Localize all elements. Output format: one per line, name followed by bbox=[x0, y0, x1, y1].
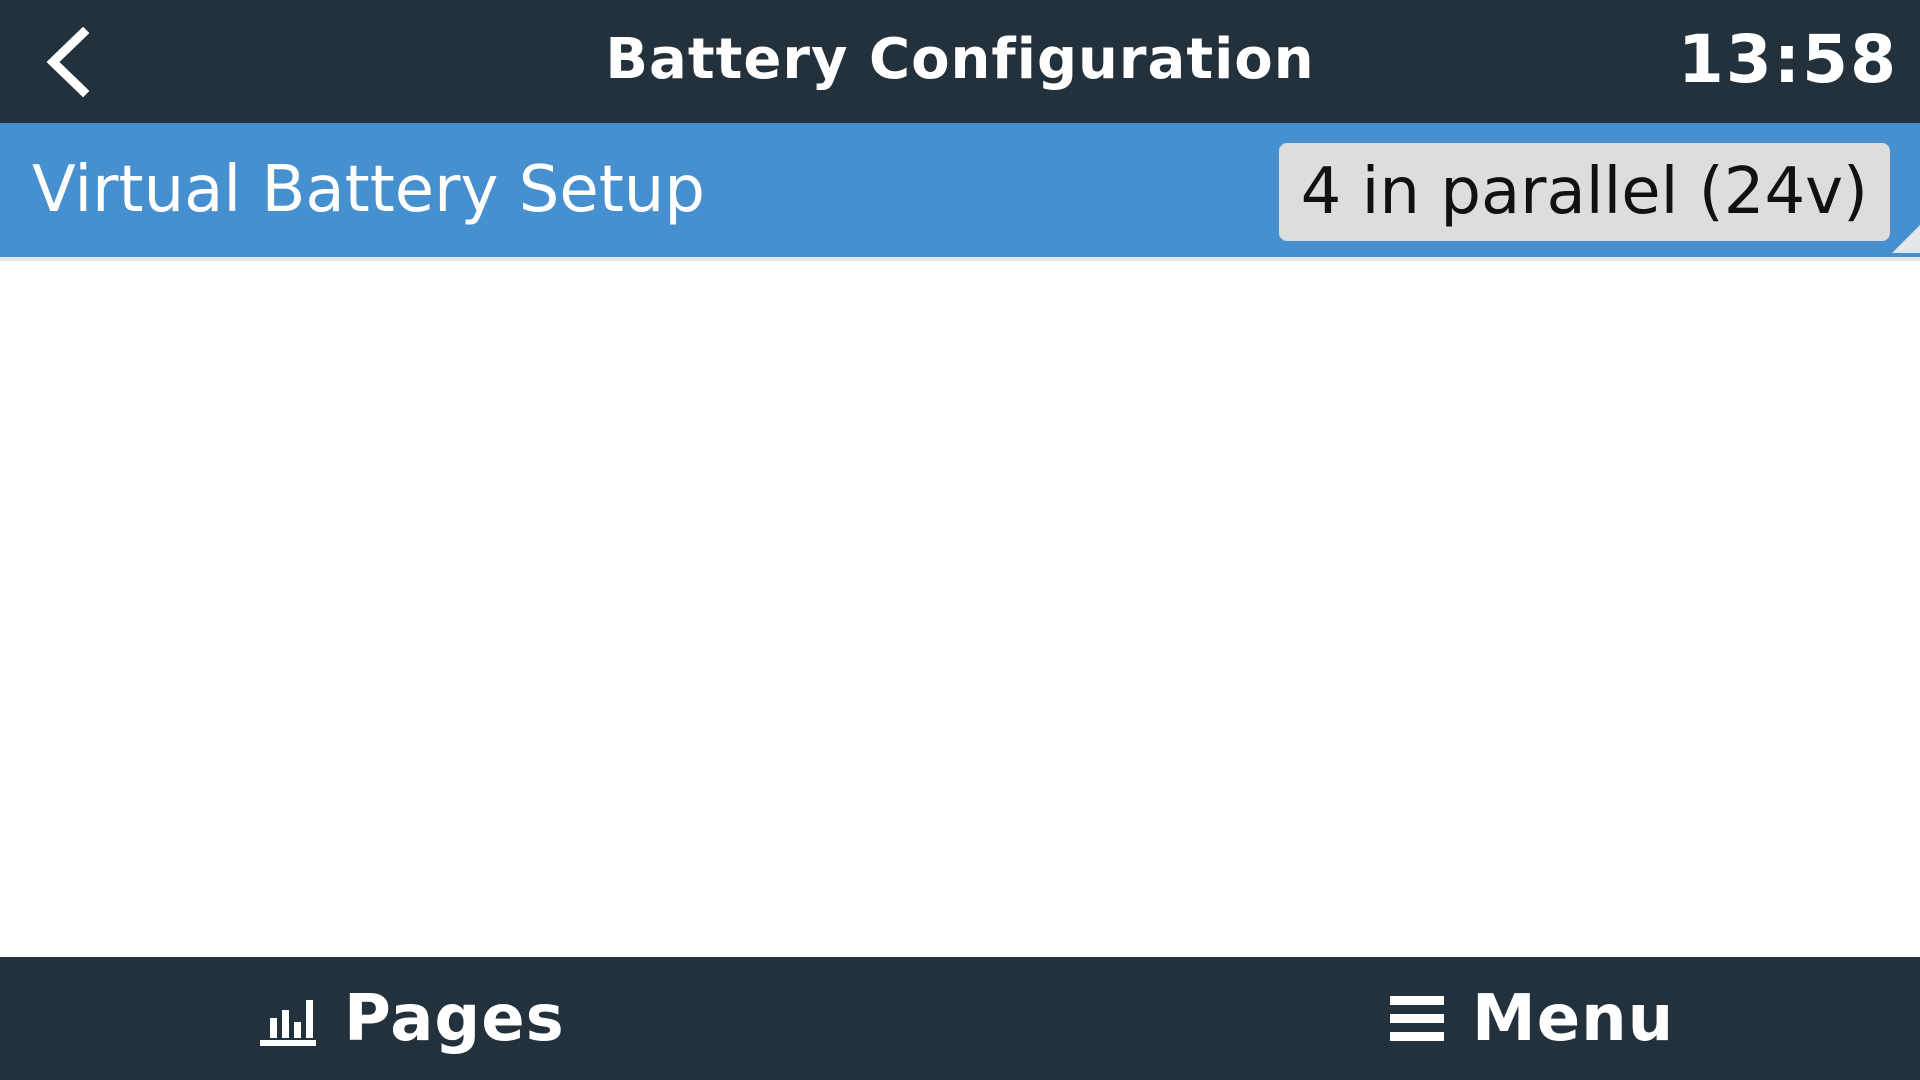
page-title: Battery Configuration bbox=[605, 27, 1315, 92]
battery-setup-value[interactable]: 4 in parallel (24v) bbox=[1278, 143, 1890, 241]
bar-chart-icon bbox=[260, 999, 316, 1046]
hamburger-menu-icon bbox=[1390, 995, 1444, 1041]
settings-list: Virtual Battery Setup 4 in parallel (24v… bbox=[0, 123, 1920, 261]
pages-label: Pages bbox=[344, 981, 565, 1056]
back-button[interactable] bbox=[18, 12, 118, 112]
list-item-virtual-battery-setup[interactable]: Virtual Battery Setup 4 in parallel (24v… bbox=[0, 123, 1920, 261]
chevron-left-icon bbox=[46, 27, 90, 97]
app-window: Battery Configuration 13:58 Virtual Batt… bbox=[0, 0, 1920, 1080]
bottom-bar: Pages Menu bbox=[0, 957, 1920, 1080]
menu-label: Menu bbox=[1472, 981, 1675, 1056]
top-bar: Battery Configuration 13:58 bbox=[0, 0, 1920, 123]
pages-button[interactable]: Pages bbox=[258, 957, 565, 1080]
clock: 13:58 bbox=[1677, 21, 1898, 98]
list-item-label: Virtual Battery Setup bbox=[32, 153, 705, 227]
selection-corner-indicator bbox=[1892, 225, 1920, 253]
menu-button[interactable]: Menu bbox=[1388, 957, 1674, 1080]
